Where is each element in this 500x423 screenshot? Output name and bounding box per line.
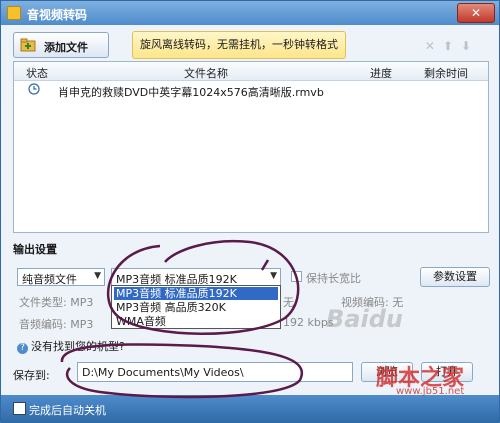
dropdown-option[interactable]: MP3音频 标准品质192K <box>114 287 278 300</box>
converter-window: 音视频转码 ✕ 添加文件 旋风离线转码，无需挂机，一秒钟转格式 ✕⬆⬇ 状态 文… <box>0 0 500 423</box>
keep-ratio-label: 保持长宽比 <box>306 272 361 285</box>
chevron-down-icon: ▼ <box>94 271 101 281</box>
params-button[interactable]: 参数设置 <box>420 267 490 287</box>
add-file-button[interactable]: 添加文件 <box>13 32 109 58</box>
question-icon: ? <box>17 343 28 354</box>
toolbar: 添加文件 旋风离线转码，无需挂机，一秒钟转格式 ✕⬆⬇ <box>1 25 499 61</box>
dropdown-option[interactable]: MP3音频 高品质320K <box>114 301 278 314</box>
footer-bar: 完成后自动关机 <box>1 395 499 423</box>
col-filename: 文件名称 <box>184 67 228 80</box>
audio-codec-label: 音频编码: MP3 <box>19 318 94 331</box>
col-status: 状态 <box>26 67 48 80</box>
shutdown-checkbox[interactable] <box>13 402 26 415</box>
save-path-input[interactable]: D:\My Documents\My Videos\ <box>77 362 353 382</box>
list-tools: ✕⬆⬇ <box>425 39 479 53</box>
save-to-label: 保存到: <box>13 369 50 382</box>
list-header: 状态 文件名称 进度 剩余时间 <box>14 62 488 81</box>
file-name: 肖申克的救赎DVD中英字幕1024x576高清晰版.rmvb <box>58 86 324 99</box>
help-link[interactable]: ? 没有找到您的机型? <box>17 338 125 354</box>
file-type-label: 文件类型: MP3 <box>19 296 94 309</box>
close-button[interactable]: ✕ <box>457 3 495 23</box>
browse-button[interactable]: 浏览 <box>361 362 413 382</box>
format-select[interactable]: 纯音频文件 ▼ <box>17 268 105 286</box>
quality-select[interactable]: MP3音频 标准品质192K ▼ <box>111 268 281 286</box>
open-folder-button[interactable]: 打开 <box>421 362 473 382</box>
dropdown-option[interactable]: WMA音频 <box>114 315 278 328</box>
keep-ratio-checkbox[interactable] <box>291 271 302 282</box>
list-item[interactable]: 肖申克的救赎DVD中英字幕1024x576高清晰版.rmvb <box>14 81 488 99</box>
title-bar[interactable]: 音视频转码 ✕ <box>1 1 499 25</box>
bitrate-label: 192 kbps <box>283 316 334 329</box>
col-remaining: 剩余时间 <box>424 67 468 80</box>
delete-icon[interactable]: ✕ <box>425 39 443 53</box>
folder-add-icon <box>20 38 36 52</box>
quality-dropdown[interactable]: MP3音频 标准品质192K MP3音频 高品质320K WMA音频 <box>111 285 281 329</box>
format-select-value: 纯音频文件 <box>22 273 77 286</box>
chevron-down-icon: ▼ <box>270 271 277 281</box>
video-codec-label: 视频编码: 无 <box>341 296 404 309</box>
add-file-label: 添加文件 <box>44 41 88 54</box>
output-settings-title: 输出设置 <box>13 243 57 256</box>
partial-none-label: 无 <box>283 296 294 309</box>
move-up-icon[interactable]: ⬆ <box>443 39 461 53</box>
window-title: 音视频转码 <box>27 8 88 22</box>
clock-icon <box>28 83 40 95</box>
promo-banner[interactable]: 旋风离线转码，无需挂机，一秒钟转格式 <box>132 31 346 59</box>
file-list[interactable]: 状态 文件名称 进度 剩余时间 肖申克的救赎DVD中英字幕1024x576高清晰… <box>13 61 489 233</box>
help-text: 没有找到您的机型? <box>31 340 125 353</box>
move-down-icon[interactable]: ⬇ <box>461 39 479 53</box>
col-progress: 进度 <box>370 67 392 80</box>
shutdown-label: 完成后自动关机 <box>29 404 106 417</box>
app-icon <box>7 6 21 20</box>
